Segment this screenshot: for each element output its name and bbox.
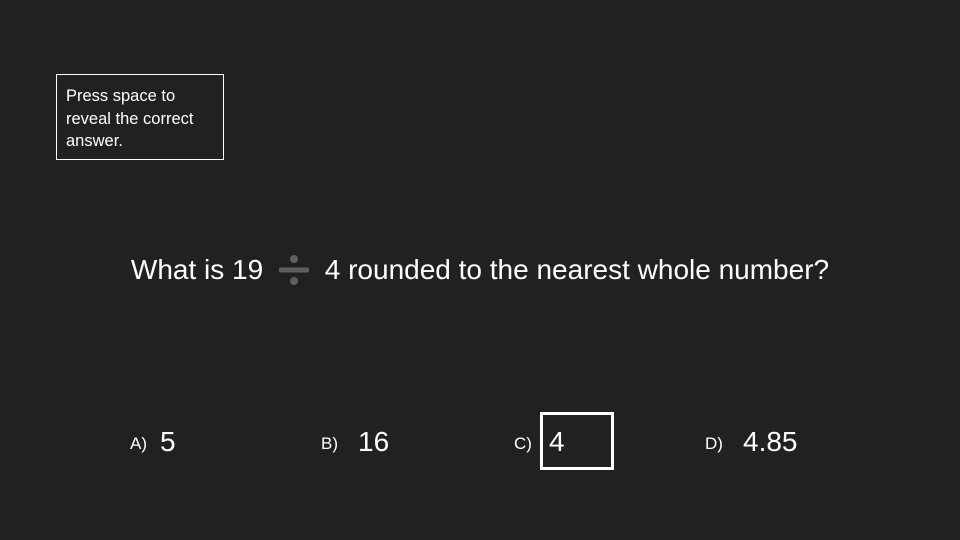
- question-text: What is 19 4 rounded to the nearest whol…: [0, 250, 960, 290]
- option-value: 16: [358, 426, 390, 457]
- question-part-after: 4 rounded to the nearest whole number?: [324, 254, 830, 285]
- division-sign-icon: [278, 254, 309, 285]
- option-letter: A): [130, 434, 147, 453]
- option-value: 4: [549, 426, 565, 457]
- option-letter: C): [514, 434, 532, 453]
- option-value: 5: [160, 426, 176, 457]
- option-letter: D): [705, 434, 723, 453]
- reveal-hint-text: Press space to reveal the correct answer…: [66, 87, 194, 150]
- reveal-hint-box: Press space to reveal the correct answer…: [56, 74, 224, 160]
- option-value: 4.85: [743, 426, 798, 457]
- option-letter: B): [321, 434, 338, 453]
- question-part-before: What is 19: [130, 254, 264, 285]
